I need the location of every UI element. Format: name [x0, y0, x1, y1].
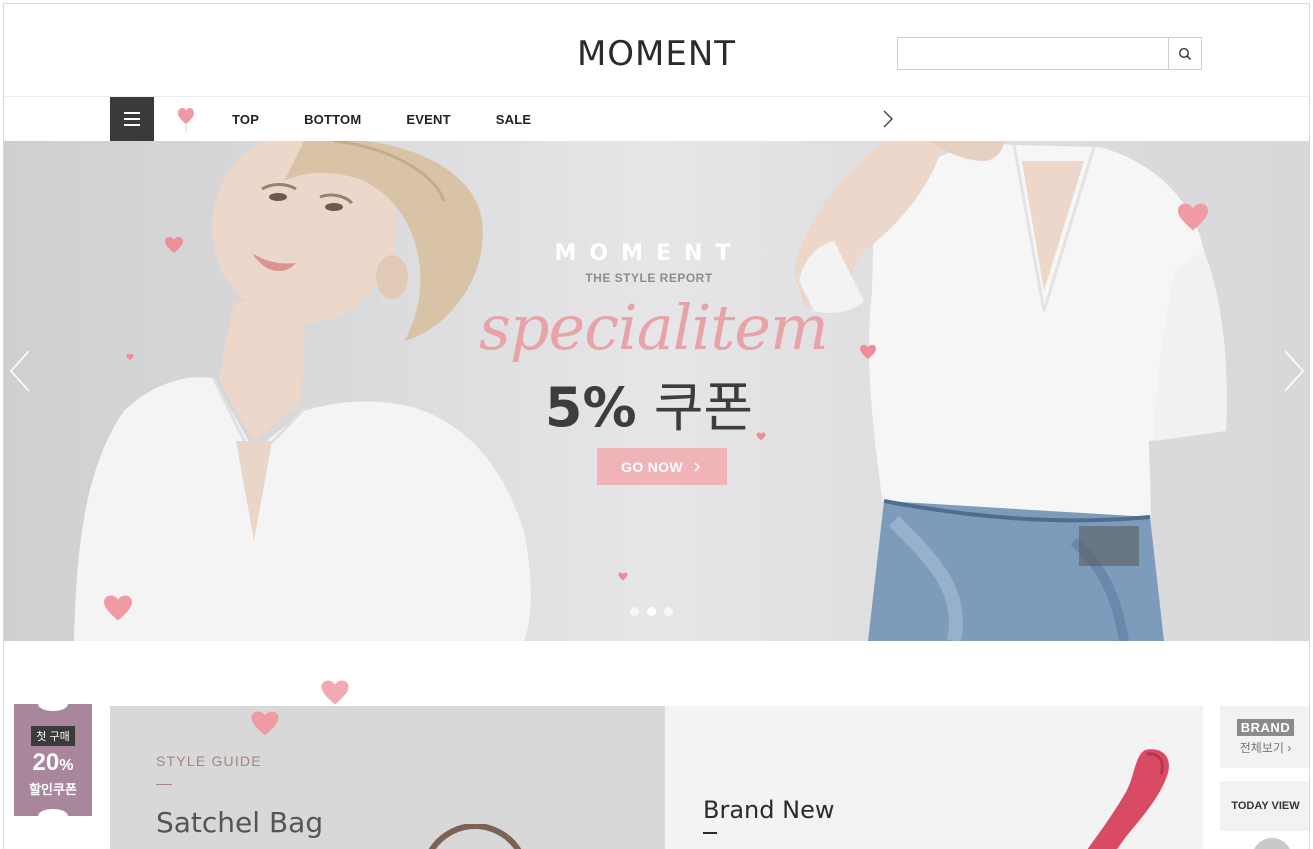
header: MOMENT — [4, 4, 1309, 96]
hero-banner[interactable]: MOMENT THE STYLE REPORT specialitem 5% 쿠… — [4, 141, 1309, 641]
today-view-link[interactable]: TODAY VIEW — [1220, 781, 1309, 831]
hero-dot-2[interactable] — [647, 607, 656, 616]
go-now-label: GO NOW — [621, 458, 683, 475]
page-frame: MOMENT TOP BOTTOM EVENT SALE MOMENT THE … — [3, 3, 1310, 849]
heart-icon — [126, 353, 134, 361]
nav-items: TOP BOTTOM EVENT SALE — [232, 97, 576, 141]
scroll-top-button[interactable] — [1252, 838, 1292, 849]
brand-view-all: 전체보기 › — [1239, 741, 1292, 755]
coupon-percent: 20% — [32, 749, 74, 776]
hero-dot-1[interactable] — [630, 607, 639, 616]
nav-item-sale[interactable]: SALE — [496, 112, 531, 127]
hero-subtitle: THE STYLE REPORT — [585, 271, 713, 285]
brand-new-banner[interactable]: Brand New — [665, 706, 1203, 849]
hero-coupon: 5% 쿠폰 — [479, 363, 819, 442]
heart-icon — [1178, 203, 1208, 231]
search-button[interactable] — [1168, 38, 1201, 69]
menu-button[interactable] — [110, 97, 154, 141]
search-input[interactable] — [898, 38, 1168, 69]
go-now-button[interactable]: GO NOW — [597, 448, 727, 485]
heart-icon — [251, 711, 279, 736]
heart-icon — [618, 572, 628, 581]
search-icon — [1178, 47, 1192, 60]
brand-new-title: Brand New — [703, 796, 835, 824]
chevron-right-icon — [694, 461, 700, 472]
heart-icon — [756, 432, 766, 441]
hero-next-arrow[interactable] — [1282, 349, 1306, 393]
coupon-tag: 첫 구매 — [31, 726, 75, 746]
hero-coupon-text: 쿠폰 — [653, 376, 754, 439]
brand-label: BRAND — [1236, 719, 1295, 736]
nav-item-top[interactable]: TOP — [232, 112, 259, 127]
main-nav: TOP BOTTOM EVENT SALE — [4, 96, 1309, 141]
nav-item-bottom[interactable]: BOTTOM — [304, 112, 361, 127]
style-guide-eyebrow: STYLE GUIDE — [156, 753, 262, 769]
hero-coupon-value: 5% — [544, 376, 637, 439]
coupon-label: 할인쿠폰 — [29, 782, 77, 797]
chevron-right-icon[interactable] — [882, 109, 894, 129]
hamburger-icon — [124, 112, 140, 114]
bag-handle-illustration — [428, 824, 522, 849]
first-purchase-coupon[interactable]: 첫 구매 20% 할인쿠폰 — [14, 697, 92, 823]
heart-icon — [104, 595, 132, 621]
chevron-right-icon: › — [1283, 741, 1292, 755]
nav-item-event[interactable]: EVENT — [406, 112, 450, 127]
hero-script-title: specialitem — [479, 291, 829, 364]
hero-prev-arrow[interactable] — [8, 349, 32, 393]
style-guide-divider — [156, 784, 172, 785]
style-guide-title: Satchel Bag — [156, 806, 324, 839]
heart-icon — [165, 237, 183, 253]
search-box — [897, 37, 1202, 70]
heart-icon — [321, 680, 349, 705]
red-heel-illustration — [1087, 749, 1169, 849]
hero-pagination — [630, 607, 673, 616]
style-guide-banner[interactable]: STYLE GUIDE Satchel Bag — [110, 706, 665, 849]
hero-dot-3[interactable] — [664, 607, 673, 616]
brand-new-divider — [703, 832, 717, 834]
heart-icon — [860, 344, 876, 360]
brand-all-link[interactable]: BRAND 전체보기 › — [1220, 706, 1309, 768]
heart-balloon-icon — [178, 108, 194, 133]
hero-brand: MOMENT — [554, 241, 744, 266]
